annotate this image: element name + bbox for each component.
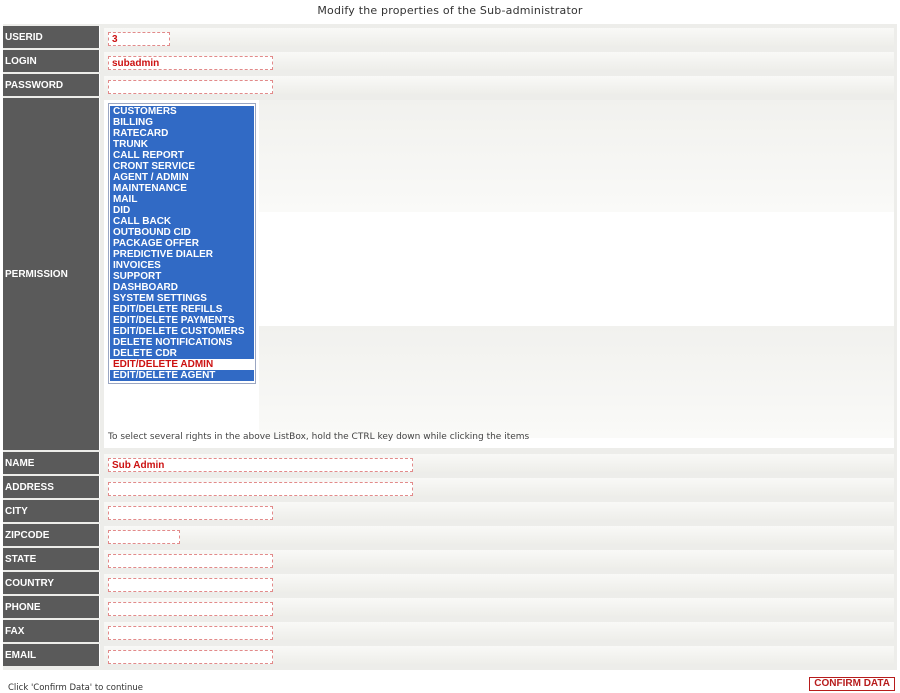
permission-option[interactable]: EDIT/DELETE REFILLS (110, 304, 254, 315)
permission-option[interactable]: MAINTENANCE (110, 183, 254, 194)
permission-option[interactable]: EDIT/DELETE CUSTOMERS (110, 326, 254, 337)
zipcode-field[interactable] (108, 530, 180, 544)
password-row: PASSWORD (3, 74, 897, 96)
permission-option[interactable]: CALL BACK (110, 216, 254, 227)
page-title: Modify the properties of the Sub-adminis… (317, 4, 583, 17)
state-field[interactable] (108, 554, 273, 568)
city-row: CITY (3, 500, 897, 522)
phone-label: PHONE (3, 596, 100, 618)
userid-label: USERID (3, 26, 100, 48)
country-label: COUNTRY (3, 572, 100, 594)
login-field[interactable] (108, 56, 273, 70)
permission-option[interactable]: INVOICES (110, 260, 254, 271)
permission-option[interactable]: OUTBOUND CID (110, 227, 254, 238)
permission-listbox[interactable]: CUSTOMERS BILLING RATECARD TRUNK CALL REPORT… (108, 103, 256, 384)
fax-label: FAX (3, 620, 100, 642)
country-row: COUNTRY (3, 572, 897, 594)
footer-note: Click 'Confirm Data' to continue (8, 683, 144, 693)
city-label: CITY (3, 500, 100, 522)
city-field[interactable] (108, 506, 273, 520)
email-row: EMAIL (3, 644, 897, 666)
permission-option[interactable]: EDIT/DELETE PAYMENTS (110, 315, 254, 326)
permission-option[interactable]: PREDICTIVE DIALER (110, 249, 254, 260)
password-field[interactable] (108, 80, 273, 94)
permission-option[interactable]: SYSTEM SETTINGS (110, 293, 254, 304)
permission-option[interactable]: DID (110, 205, 254, 216)
userid-field[interactable] (108, 32, 170, 46)
permission-row: PERMISSION CUSTOMERS BILLING RATECARD TRUNK… (3, 98, 897, 450)
permission-option[interactable]: DASHBOARD (110, 282, 254, 293)
password-label: PASSWORD (3, 74, 100, 96)
zipcode-row: ZIPCODE (3, 524, 897, 546)
email-label: EMAIL (3, 644, 100, 666)
permission-option[interactable]: CRONT SERVICE (110, 161, 254, 172)
subadmin-form: USERID LOGIN PASSWORD PERMISSION CUSTOME… (3, 24, 897, 670)
permission-option[interactable]: CALL REPORT (110, 150, 254, 161)
email-field[interactable] (108, 650, 273, 664)
name-row: NAME (3, 452, 897, 474)
permission-option[interactable]: DELETE NOTIFICATIONS (110, 337, 254, 348)
country-field[interactable] (108, 578, 273, 592)
permission-option[interactable]: MAIL (110, 194, 254, 205)
userid-row: USERID (3, 26, 897, 48)
permission-hint: To select several rights in the above Li… (108, 432, 530, 442)
confirm-data-button[interactable]: CONFIRM DATA (809, 677, 895, 691)
login-row: LOGIN (3, 50, 897, 72)
permission-option[interactable]: TRUNK (110, 139, 254, 150)
permission-option[interactable]: CUSTOMERS (110, 106, 254, 117)
login-label: LOGIN (3, 50, 100, 72)
permission-option[interactable]: RATECARD (110, 128, 254, 139)
name-label: NAME (3, 452, 100, 474)
permission-option[interactable]: EDIT/DELETE ADMIN (110, 359, 254, 370)
permission-option[interactable]: PACKAGE OFFER (110, 238, 254, 249)
fax-row: FAX (3, 620, 897, 642)
phone-row: PHONE (3, 596, 897, 618)
address-field[interactable] (108, 482, 413, 496)
name-field[interactable] (108, 458, 413, 472)
permission-option[interactable]: EDIT/DELETE AGENT (110, 370, 254, 381)
address-row: ADDRESS (3, 476, 897, 498)
permission-option[interactable]: SUPPORT (110, 271, 254, 282)
state-label: STATE (3, 548, 100, 570)
address-label: ADDRESS (3, 476, 100, 498)
fax-field[interactable] (108, 626, 273, 640)
permission-option[interactable]: DELETE CDR (110, 348, 254, 359)
zipcode-label: ZIPCODE (3, 524, 100, 546)
phone-field[interactable] (108, 602, 273, 616)
permission-label: PERMISSION (3, 98, 100, 450)
state-row: STATE (3, 548, 897, 570)
permission-option[interactable]: BILLING (110, 117, 254, 128)
permission-option[interactable]: AGENT / ADMIN (110, 172, 254, 183)
